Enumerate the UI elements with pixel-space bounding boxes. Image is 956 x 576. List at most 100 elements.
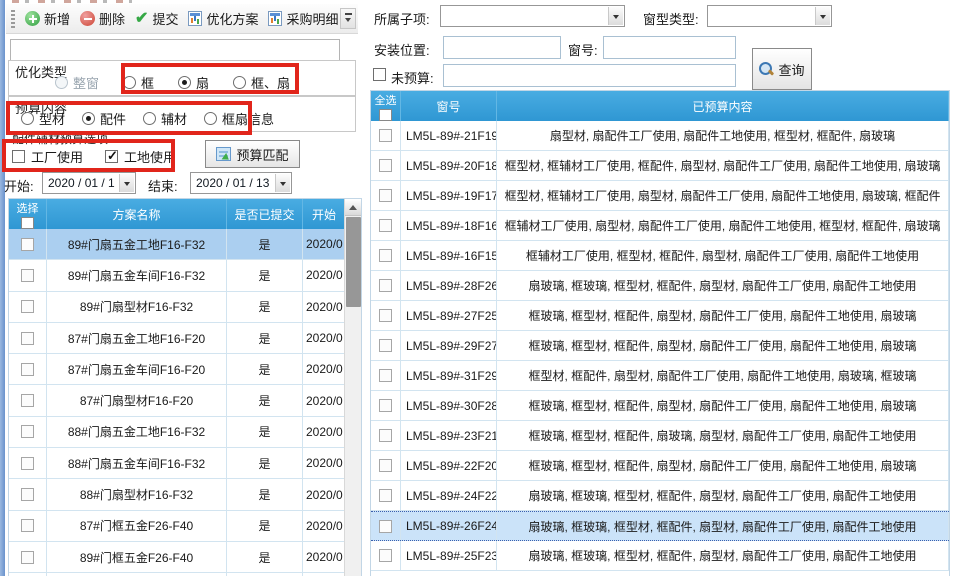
sub-item-select[interactable] — [440, 5, 625, 27]
row-checkbox[interactable] — [379, 279, 392, 292]
scheme-table-scrollbar[interactable] — [344, 199, 361, 576]
delete-button[interactable]: 删除 — [75, 6, 130, 31]
table-row[interactable]: LM5L-89#-30F28 框玻璃, 框型材, 框配件, 扇型材, 扇配件工厂… — [371, 391, 949, 421]
table-row[interactable]: 88#门扇五金工地F16-F32 是 2020/0 — [9, 417, 361, 448]
row-select-cell — [371, 211, 401, 240]
row-checkbox[interactable] — [379, 399, 392, 412]
row-checkbox[interactable] — [21, 488, 34, 501]
not-budgeted-input[interactable] — [443, 64, 736, 87]
row-checkbox[interactable] — [379, 520, 392, 533]
window-no-input[interactable] — [603, 36, 736, 59]
query-button[interactable]: 查询 — [752, 48, 812, 90]
start-header[interactable]: 开始 — [303, 199, 346, 229]
table-row[interactable]: 88#门扇五金车间F16-F32 是 2020/0 — [9, 448, 361, 479]
row-select-cell — [371, 391, 401, 420]
row-checkbox[interactable] — [379, 129, 392, 142]
row-select-cell — [371, 541, 401, 570]
table-row[interactable]: 89#门扇型材F16-F32 是 2020/0 — [9, 292, 361, 323]
start-date-cell: 2020/0 — [303, 260, 346, 290]
table-row[interactable]: LM5L-89#-24F22 扇玻璃, 框玻璃, 框型材, 框配件, 扇型材, … — [371, 481, 949, 511]
row-checkbox[interactable] — [379, 219, 392, 232]
row-checkbox[interactable] — [379, 489, 392, 502]
table-row[interactable]: LM5L-89#-29F27 框玻璃, 框型材, 框配件, 扇型材, 扇配件工厂… — [371, 331, 949, 361]
radio-option[interactable]: 整窗 — [55, 73, 99, 92]
add-button[interactable]: 新增 — [20, 6, 75, 31]
select-all-label: 全选 — [375, 92, 397, 108]
not-budgeted-checkbox[interactable] — [373, 68, 386, 81]
row-checkbox[interactable] — [379, 249, 392, 262]
submitted-header[interactable]: 是否已提交 — [227, 199, 303, 229]
query-button-label: 查询 — [778, 60, 804, 79]
content-column-header[interactable]: 已预算内容 — [497, 91, 949, 121]
select-all-checkbox[interactable] — [379, 109, 392, 121]
row-checkbox[interactable] — [379, 459, 392, 472]
clipped-text-remnant — [12, 0, 132, 3]
row-checkbox[interactable] — [21, 363, 34, 376]
row-checkbox[interactable] — [379, 549, 392, 562]
install-position-input[interactable] — [443, 36, 561, 59]
select-all-checkbox[interactable] — [21, 217, 34, 229]
dropdown-arrow-icon[interactable] — [815, 7, 830, 25]
table-row[interactable]: LM5L-89#-28F26 扇玻璃, 框玻璃, 框型材, 框配件, 扇型材, … — [371, 271, 949, 301]
delete-button-label: 删除 — [99, 9, 125, 28]
table-row[interactable]: 88#门扇型材F16-F32 是 2020/0 — [9, 479, 361, 510]
submit-button[interactable]: 提交 — [130, 6, 183, 31]
row-checkbox[interactable] — [21, 519, 34, 532]
row-checkbox[interactable] — [21, 269, 34, 282]
row-checkbox[interactable] — [21, 425, 34, 438]
row-select-cell — [371, 421, 401, 450]
end-date-picker[interactable]: 2020 / 01 / 13 — [190, 172, 292, 194]
row-checkbox[interactable] — [379, 309, 392, 322]
row-checkbox[interactable] — [379, 369, 392, 382]
table-row[interactable]: 87#门扇五金车间F16-F20 是 2020/0 — [9, 354, 361, 385]
toolbar-grip[interactable] — [11, 10, 15, 28]
budget-content-cell: 扇型材, 扇配件工厂使用, 扇配件工地使用, 框型材, 框配件, 扇玻璃 — [497, 121, 949, 150]
budget-content-cell: 框玻璃, 框型材, 框配件, 扇型材, 扇配件工厂使用, 扇配件工地使用, 扇玻… — [497, 451, 949, 480]
start-date-cell: 2020/0 — [303, 323, 346, 353]
table-row[interactable]: 89#门扇五金车间F16-F32 是 2020/0 — [9, 260, 361, 291]
budget-content-cell: 扇玻璃, 框玻璃, 框型材, 框配件, 扇型材, 扇配件工厂使用, 扇配件工地使… — [497, 271, 949, 300]
table-row[interactable]: 87#门框五金F26-F40 是 2020/0 — [9, 511, 361, 542]
row-checkbox[interactable] — [379, 189, 392, 202]
table-row[interactable]: LM5L-89#-31F29 框型材, 框配件, 扇型材, 扇配件工厂使用, 扇… — [371, 361, 949, 391]
row-checkbox[interactable] — [379, 159, 392, 172]
dropdown-arrow-icon[interactable] — [608, 7, 623, 25]
table-row[interactable]: LM5L-89#-25F23 扇玻璃, 框玻璃, 框型材, 框配件, 扇型材, … — [371, 541, 949, 571]
table-row[interactable]: LM5L-89#-22F20 框玻璃, 框型材, 框配件, 扇型材, 扇配件工厂… — [371, 451, 949, 481]
table-row[interactable]: LM5L-89#-16F15 框辅材工厂使用, 框型材, 框配件, 扇型材, 扇… — [371, 241, 949, 271]
row-select-cell — [371, 241, 401, 270]
dropdown-arrow-icon[interactable] — [275, 174, 290, 192]
scrollbar-up-arrow[interactable] — [345, 199, 361, 216]
dropdown-arrow-icon[interactable] — [119, 174, 134, 192]
window-type-select[interactable] — [707, 5, 832, 27]
row-checkbox[interactable] — [379, 429, 392, 442]
window-no-cell: LM5L-89#-26F24 — [401, 512, 497, 540]
budget-match-button[interactable]: 预算匹配 — [205, 140, 300, 168]
table-row[interactable]: LM5L-89#-21F19 扇型材, 扇配件工厂使用, 扇配件工地使用, 框型… — [371, 121, 949, 151]
optimize-scheme-button[interactable]: 优化方案 — [183, 6, 263, 31]
row-checkbox[interactable] — [21, 394, 34, 407]
window-no-column-header[interactable]: 窗号 — [401, 91, 497, 121]
start-date-picker[interactable]: 2020 / 01 / 1 — [42, 172, 136, 194]
row-checkbox[interactable] — [379, 339, 392, 352]
row-checkbox[interactable] — [21, 238, 34, 251]
table-row[interactable]: LM5L-89#-27F25 框玻璃, 框型材, 框配件, 扇型材, 扇配件工厂… — [371, 301, 949, 331]
table-row[interactable]: 89#门扇五金工地F16-F32 是 2020/0 — [9, 229, 361, 260]
row-checkbox[interactable] — [21, 551, 34, 564]
table-row[interactable]: LM5L-89#-19F17 框型材, 框辅材工厂使用, 扇型材, 扇配件工厂使… — [371, 181, 949, 211]
row-checkbox[interactable] — [21, 332, 34, 345]
table-row[interactable]: LM5L-89#-26F24 扇玻璃, 框玻璃, 框型材, 框配件, 扇型材, … — [371, 511, 949, 541]
start-date-cell: 2020/0 — [303, 511, 346, 541]
table-row[interactable]: LM5L-89#-18F16 框辅材工厂使用, 扇型材, 扇配件工厂使用, 扇配… — [371, 211, 949, 241]
table-row[interactable]: 89#门框五金F26-F40 是 2020/0 — [9, 542, 361, 573]
row-checkbox[interactable] — [21, 457, 34, 470]
table-row[interactable]: 87#门扇五金工地F16-F20 是 2020/0 — [9, 323, 361, 354]
scrollbar-thumb[interactable] — [346, 217, 361, 307]
table-row[interactable]: 87#门扇型材F16-F20 是 2020/0 — [9, 385, 361, 416]
row-checkbox[interactable] — [21, 300, 34, 313]
scheme-name-header[interactable]: 方案名称 — [47, 199, 227, 229]
table-row[interactable]: LM5L-89#-20F18 框型材, 框辅材工厂使用, 框配件, 扇型材, 扇… — [371, 151, 949, 181]
toolbar-overflow-button[interactable] — [340, 8, 356, 29]
table-row[interactable]: LM5L-89#-23F21 框玻璃, 框型材, 框配件, 扇玻璃, 扇型材, … — [371, 421, 949, 451]
window-no-cell: LM5L-89#-19F17 — [401, 181, 497, 210]
